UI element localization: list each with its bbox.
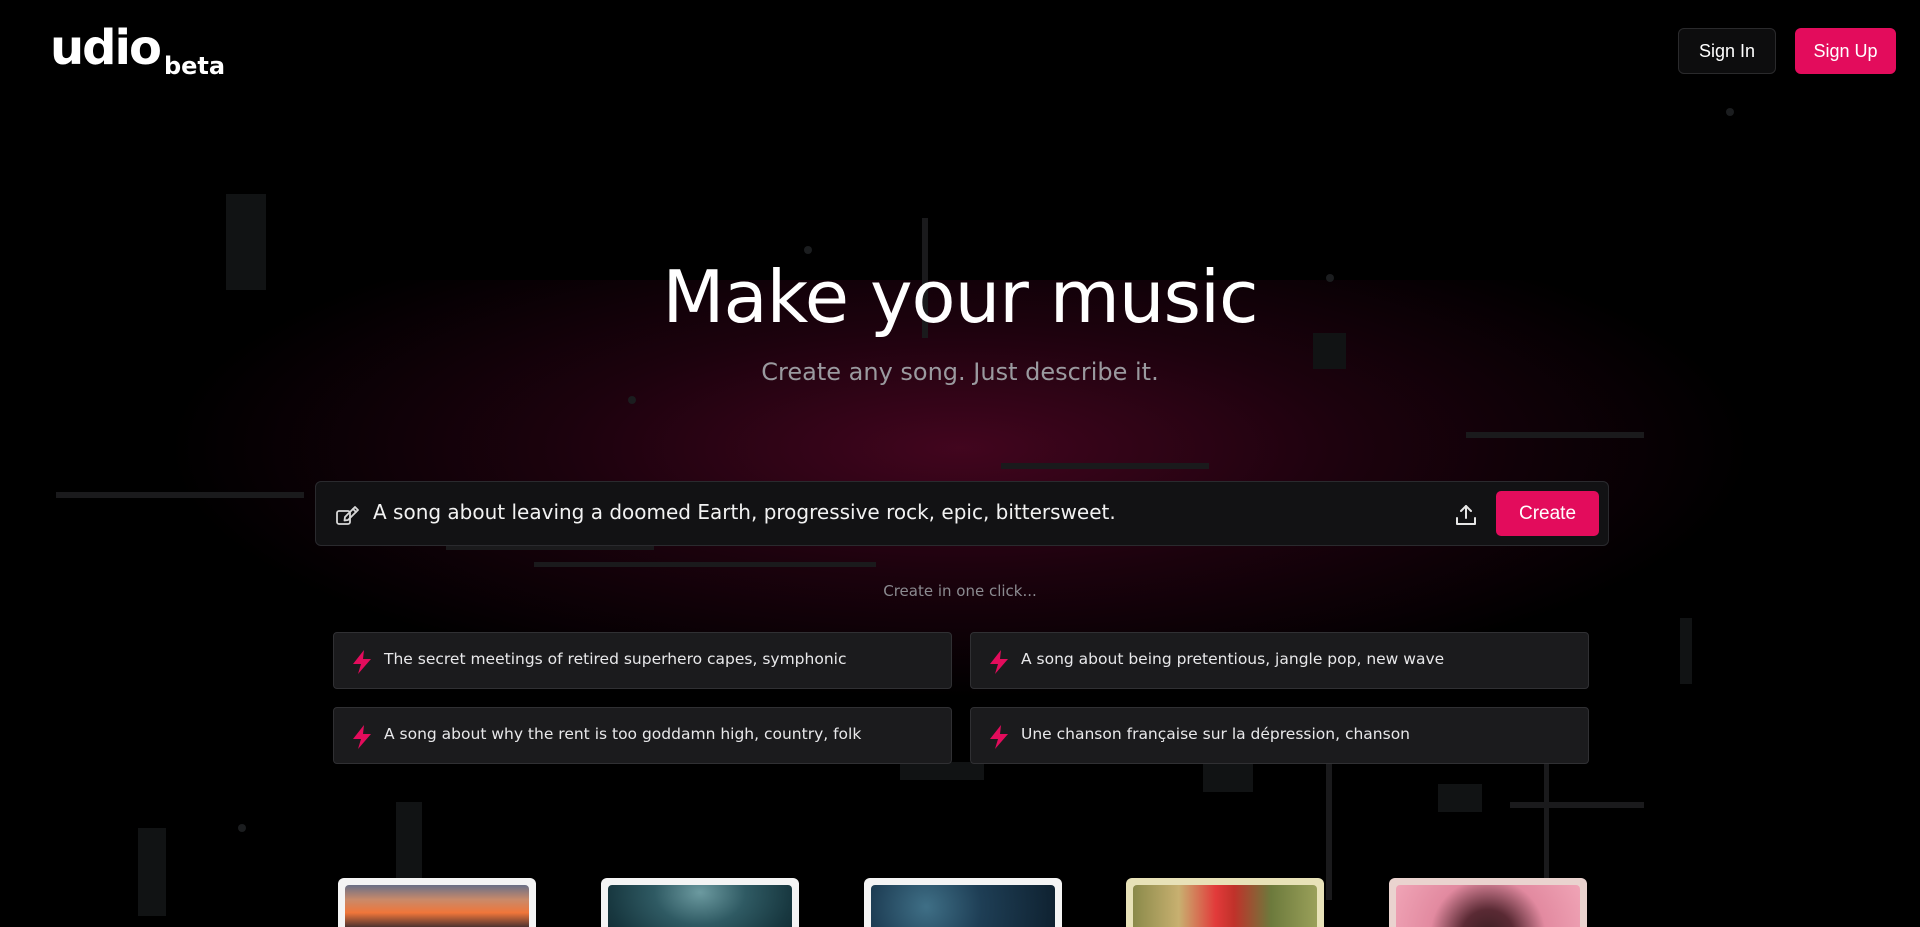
logo-wordmark: udio <box>50 24 160 72</box>
song-thumbnail[interactable] <box>864 878 1062 927</box>
background-decoration <box>534 562 876 567</box>
sign-in-button[interactable]: Sign In <box>1678 28 1776 74</box>
suggestion-label: A song about being pretentious, jangle p… <box>1021 650 1444 668</box>
suggestion-card[interactable]: A song about being pretentious, jangle p… <box>970 632 1589 689</box>
lightning-bolt-icon <box>350 649 374 675</box>
background-dot <box>628 396 636 404</box>
thumbnail-art-sunset <box>345 885 529 927</box>
udio-logo[interactable]: udio beta <box>50 24 225 72</box>
suggestion-label: The secret meetings of retired superhero… <box>384 650 846 668</box>
background-dot <box>1726 108 1734 116</box>
create-button[interactable]: Create <box>1496 491 1599 536</box>
song-thumbnail[interactable] <box>1126 878 1324 927</box>
lightning-bolt-icon <box>987 649 1011 675</box>
edit-prompt-icon <box>334 502 360 528</box>
landing-page: udio beta Sign In Sign Up Make your musi… <box>0 0 1920 927</box>
one-click-caption: Create in one click... <box>0 582 1920 600</box>
background-decoration <box>1544 760 1549 880</box>
background-decoration <box>900 762 984 780</box>
lightning-bolt-icon <box>987 724 1011 750</box>
suggestion-card[interactable]: A song about why the rent is too goddamn… <box>333 707 952 764</box>
background-decoration <box>138 828 166 916</box>
top-header: udio beta Sign In Sign Up <box>0 0 1920 100</box>
prompt-input[interactable]: A song about leaving a doomed Earth, pro… <box>373 500 1116 524</box>
thumbnail-art-starry-sky <box>871 885 1055 927</box>
background-dot <box>804 246 812 254</box>
sign-up-button[interactable]: Sign Up <box>1795 28 1896 74</box>
background-decoration <box>1510 802 1644 808</box>
background-decoration <box>56 492 304 498</box>
background-decoration <box>1466 432 1644 438</box>
logo-beta-tag: beta <box>164 54 225 78</box>
lightning-bolt-icon <box>350 724 374 750</box>
thumbnail-art-portrait <box>1396 885 1580 927</box>
upload-icon[interactable] <box>1453 502 1479 528</box>
background-decoration <box>1326 760 1332 900</box>
prompt-bar: A song about leaving a doomed Earth, pro… <box>315 481 1609 546</box>
hero-subtitle: Create any song. Just describe it. <box>0 358 1920 386</box>
song-thumbnail[interactable] <box>338 878 536 927</box>
suggestion-label: A song about why the rent is too goddamn… <box>384 725 861 743</box>
background-decoration <box>1438 784 1482 812</box>
song-thumbnail[interactable] <box>601 878 799 927</box>
background-decoration <box>396 802 422 882</box>
background-decoration <box>1001 463 1209 469</box>
thumbnail-art-illustration <box>1133 885 1317 927</box>
song-thumbnail[interactable] <box>1389 878 1587 927</box>
background-dot <box>238 824 246 832</box>
thumbnail-art-underwater <box>608 885 792 927</box>
suggestion-label: Une chanson française sur la dépression,… <box>1021 725 1410 743</box>
background-decoration <box>1680 618 1692 684</box>
background-decoration <box>1203 762 1253 792</box>
suggestion-card[interactable]: The secret meetings of retired superhero… <box>333 632 952 689</box>
hero-title: Make your music <box>0 258 1920 337</box>
suggestion-card[interactable]: Une chanson française sur la dépression,… <box>970 707 1589 764</box>
